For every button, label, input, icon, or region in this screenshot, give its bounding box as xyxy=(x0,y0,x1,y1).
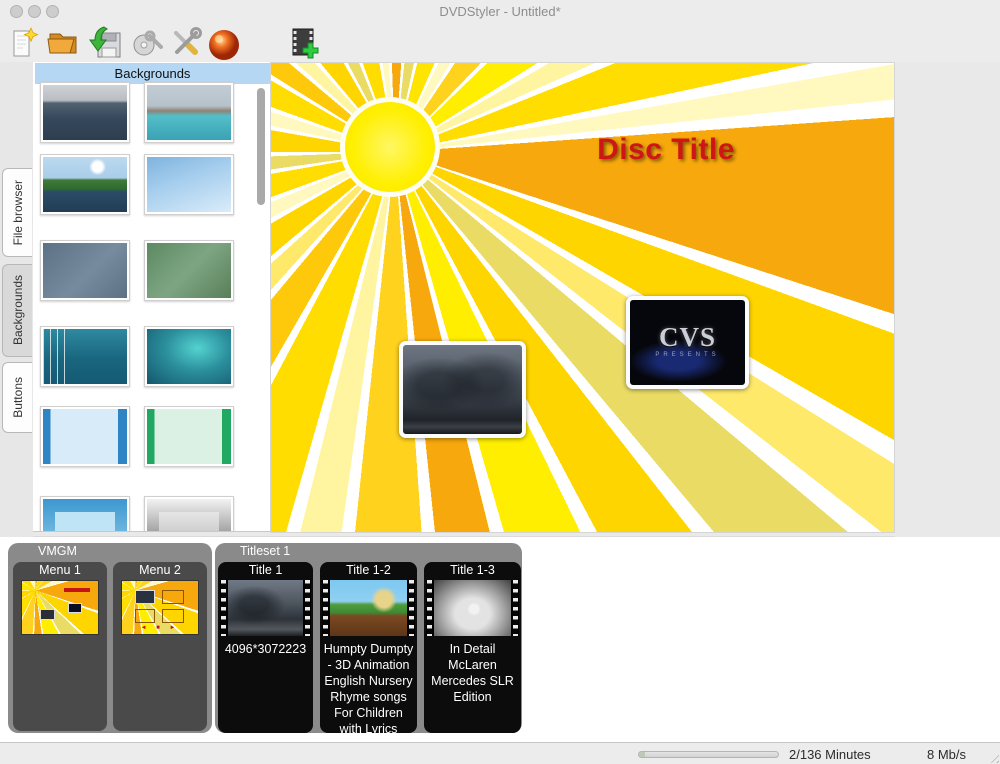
menu-2-thumbnail: ◄ ■ ► xyxy=(121,580,199,635)
title-1-caption: 4096*3072223 xyxy=(224,642,307,656)
resize-grip[interactable] xyxy=(987,751,999,763)
status-bar: 2/136 Minutes 8 Mb/s xyxy=(0,742,1000,764)
bitrate-status: 8 Mb/s xyxy=(927,747,967,762)
title-1-3-filmstrip xyxy=(426,580,519,636)
background-thumbnail-gray-blur[interactable] xyxy=(40,240,130,301)
dvd-options-button[interactable] xyxy=(130,25,166,61)
sidebar-tabstrip: File browser Backgrounds Buttons xyxy=(0,62,33,537)
add-file-button[interactable] xyxy=(286,25,322,61)
background-thumbnail-teal-texture[interactable] xyxy=(144,326,234,387)
title-1-2-caption: Humpty Dumpty - 3D Animation English Nur… xyxy=(323,642,414,733)
burn-dvd-button[interactable] xyxy=(206,25,242,61)
workspace: File browser Backgrounds Buttons Backgro… xyxy=(0,62,1000,537)
vmgm-group: VMGM Menu 1 Menu 2 ◄ ■ ► xyxy=(8,543,212,733)
title-1-3-card[interactable]: Title 1-3 In Detail McLaren Mercedes SLR… xyxy=(424,562,521,733)
background-thumbnail-blue-frame[interactable] xyxy=(40,496,130,531)
background-thumbnail-sea[interactable] xyxy=(40,82,130,143)
title-1-2-card[interactable]: Title 1-2 Humpty Dumpty - 3D Animation E… xyxy=(320,562,417,733)
menu-video-button-2[interactable]: CVS PRESENTS xyxy=(626,296,749,389)
title-1-filmstrip xyxy=(220,580,311,636)
title-1-2-filmstrip xyxy=(322,580,415,636)
menu-2-card[interactable]: Menu 2 ◄ ■ ► xyxy=(113,562,207,731)
new-project-button[interactable] xyxy=(5,25,41,61)
menu-1-thumbnail xyxy=(21,580,99,635)
menu-editor-canvas[interactable]: Disc Title CVS PRESENTS xyxy=(270,62,895,533)
backgrounds-panel-title: Backgrounds xyxy=(35,63,270,84)
title-1-3-caption: In Detail McLaren Mercedes SLR Edition xyxy=(431,642,514,704)
cvs-logo-text: CVS xyxy=(658,322,716,352)
save-project-button[interactable] xyxy=(88,25,124,61)
disc-title-text[interactable]: Disc Title xyxy=(586,133,746,167)
settings-button[interactable] xyxy=(168,25,204,61)
duration-status: 2/136 Minutes xyxy=(789,747,871,762)
background-thumbnail-coast-boat[interactable] xyxy=(144,82,234,143)
sidebar-tab-backgrounds[interactable]: Backgrounds xyxy=(2,264,32,357)
vmgm-group-label: VMGM xyxy=(38,544,77,558)
title-browser: VMGM Menu 1 Menu 2 ◄ ■ ► Titleset 1 Titl… xyxy=(0,537,1000,742)
background-thumbnail-blue-bars[interactable] xyxy=(40,406,130,467)
toolbar xyxy=(0,22,1000,62)
background-thumbnail-teal-lines[interactable] xyxy=(40,326,130,387)
cvs-presents-text: PRESENTS xyxy=(655,352,720,358)
menu-1-card[interactable]: Menu 1 xyxy=(13,562,107,731)
background-thumbnail-lake[interactable] xyxy=(40,154,130,215)
background-thumbnail-blue-sky[interactable] xyxy=(144,154,234,215)
open-project-button[interactable] xyxy=(45,25,81,61)
canvas-right-gutter xyxy=(895,62,1000,537)
background-thumbnail-green-blur[interactable] xyxy=(144,240,234,301)
background-thumbnail-green-bars[interactable] xyxy=(144,406,234,467)
capacity-gauge xyxy=(638,751,779,758)
window-title: DVDStyler - Untitled* xyxy=(439,4,561,19)
backgrounds-panel: Backgrounds xyxy=(33,62,270,532)
titleset-group: Titleset 1 Title 1 4096*3072223 Title 1-… xyxy=(215,543,522,733)
menu-video-button-1[interactable] xyxy=(399,341,526,438)
sidebar-tab-buttons[interactable]: Buttons xyxy=(2,362,32,433)
titleset-group-label: Titleset 1 xyxy=(240,544,291,558)
title-bar: DVDStyler - Untitled* xyxy=(0,0,1000,22)
panel-scrollbar-thumb[interactable] xyxy=(257,88,265,205)
sun-graphic xyxy=(340,97,440,197)
background-thumbnail-gray-frame[interactable] xyxy=(144,496,234,531)
title-1-card[interactable]: Title 1 4096*3072223 xyxy=(218,562,313,733)
sidebar-tab-file-browser[interactable]: File browser xyxy=(2,168,32,257)
